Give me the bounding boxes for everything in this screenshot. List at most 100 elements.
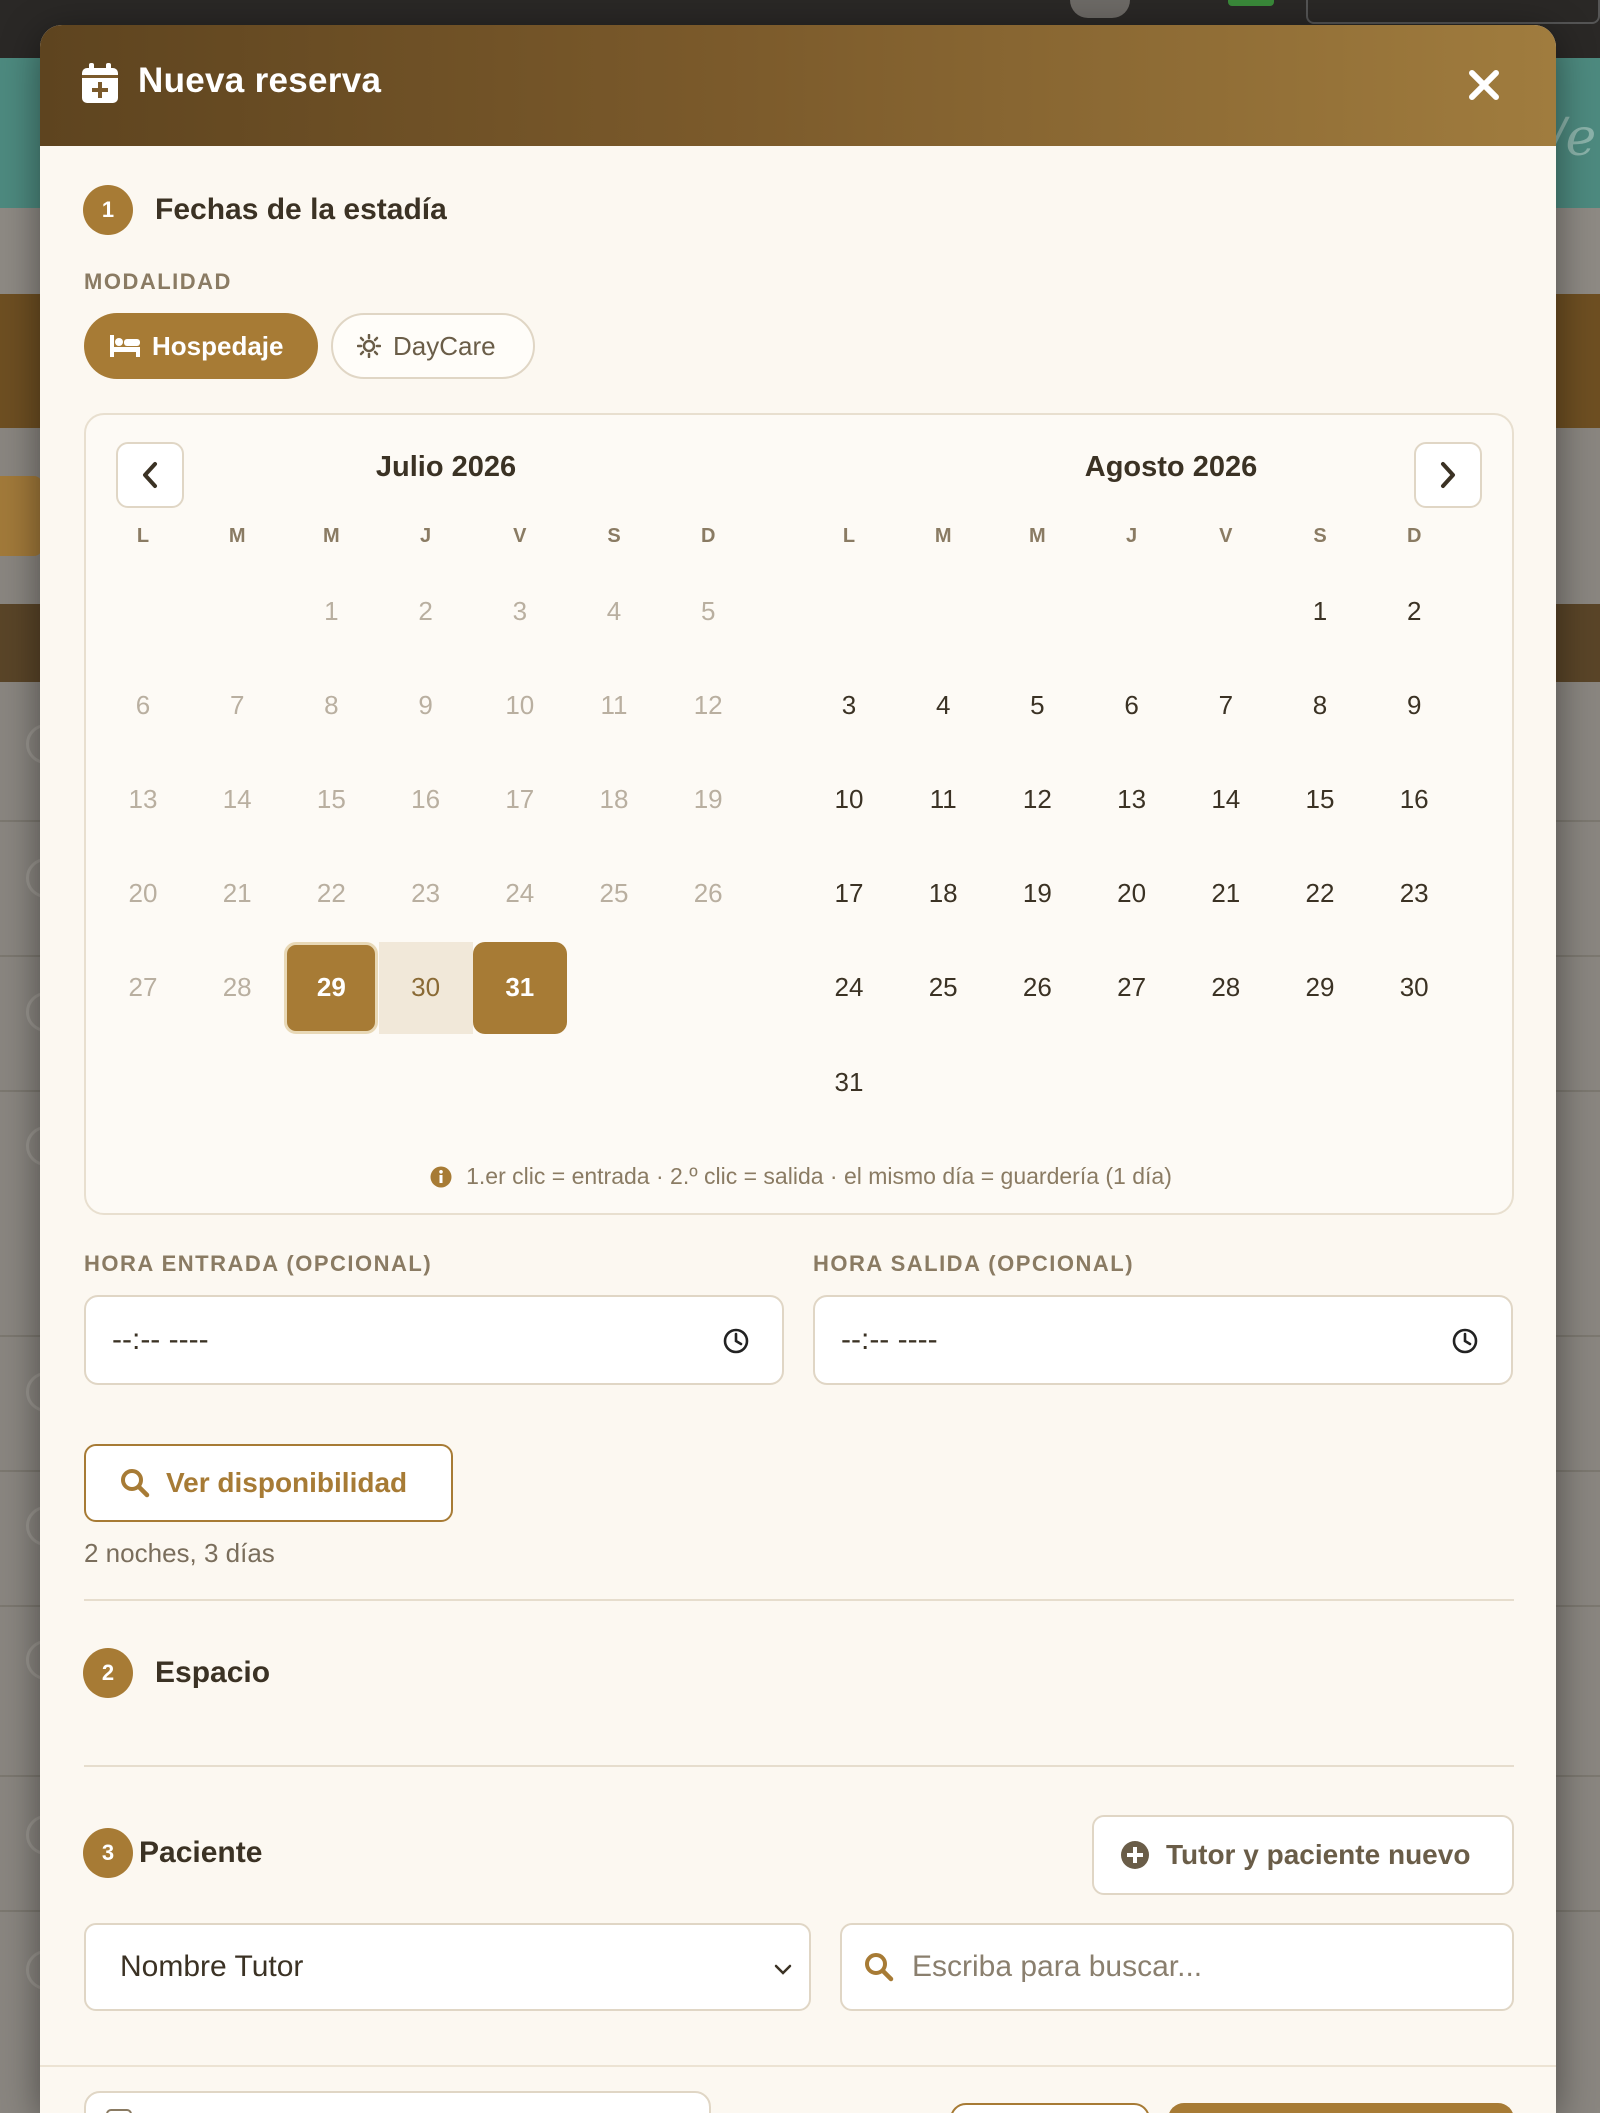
calendar-day[interactable]: 20	[1085, 848, 1179, 940]
step-number-1: 1	[83, 185, 133, 235]
month-title-july: Julio 2026	[375, 451, 517, 483]
sun-icon	[357, 334, 381, 358]
calendar-day[interactable]: 5	[990, 659, 1084, 751]
check-availability-button[interactable]: Ver disponibilidad	[84, 1444, 453, 1522]
background-avatar	[1070, 0, 1130, 18]
search-icon	[865, 1953, 894, 1982]
prev-month-button[interactable]	[116, 442, 184, 508]
calendar-day[interactable]: 25	[896, 942, 990, 1034]
calendar-day[interactable]: 18	[896, 848, 990, 940]
weekday-header: J	[1126, 525, 1138, 547]
calendar-day[interactable]: 19	[990, 848, 1084, 940]
check-in-time-value: --:-- ----	[112, 1323, 209, 1356]
next-month-button[interactable]	[1414, 442, 1482, 508]
modality-hospedaje-button[interactable]: Hospedaje	[84, 313, 318, 379]
section-divider	[84, 1765, 1514, 1767]
close-icon[interactable]	[1464, 65, 1504, 105]
weekday-header: S	[1313, 525, 1327, 547]
step-title-dates: Fechas de la estadía	[155, 193, 447, 226]
chevron-down-icon	[774, 1964, 792, 1975]
calendar-day: 2	[418, 595, 433, 626]
calendar-day[interactable]: 15	[1273, 753, 1367, 845]
calendar-day[interactable]: 26	[990, 942, 1084, 1034]
calendar-day[interactable]: 11	[896, 753, 990, 845]
modality-daycare-label: DayCare	[393, 330, 496, 361]
calendar-day: 21	[222, 878, 252, 909]
section-divider	[84, 1599, 1514, 1601]
check-availability-label: Ver disponibilidad	[166, 1467, 408, 1498]
check-in-time-label: HORA ENTRADA (OPCIONAL)	[84, 1251, 433, 1276]
calendar-day[interactable]: 4	[896, 659, 990, 751]
weekday-header: M	[1029, 525, 1046, 547]
footer-primary-button[interactable]	[1168, 2103, 1514, 2113]
calendar-day[interactable]: 8	[1273, 659, 1367, 751]
calendar-day[interactable]: 3	[802, 659, 896, 751]
calendar-day[interactable]: 7	[1179, 659, 1273, 751]
calendar-day: 13	[128, 783, 158, 814]
calendar-day[interactable]: 28	[1179, 942, 1273, 1034]
step-number-2: 2	[83, 1648, 133, 1698]
calendar-day[interactable]: 1	[1273, 565, 1367, 657]
modality-hospedaje-label: Hospedaje	[152, 330, 284, 361]
new-tutor-patient-button[interactable]: Tutor y paciente nuevo	[1092, 1815, 1514, 1895]
calendar-day: 27	[128, 972, 158, 1003]
calendar-day[interactable]: 2	[1367, 565, 1461, 657]
step-number-3: 3	[83, 1828, 133, 1878]
calendar-day[interactable]: 23	[1367, 848, 1461, 940]
calendar-day: 14	[222, 783, 252, 814]
calendar-day[interactable]: 13	[1085, 753, 1179, 845]
calendar-day[interactable]: 14	[1179, 753, 1273, 845]
calendar-day[interactable]: 17	[802, 848, 896, 940]
modality-label: MODALIDAD	[84, 269, 232, 294]
calendar-day[interactable]: 9	[1367, 659, 1461, 751]
chevron-left-icon	[143, 462, 157, 488]
calendar-day: 12	[693, 689, 723, 720]
patient-search-input[interactable]: Escriba para buscar...	[840, 1923, 1514, 2011]
calendar-day[interactable]: 30	[378, 941, 473, 1034]
calendar-day[interactable]: 31	[802, 1036, 896, 1128]
search-field-select[interactable]: Nombre Tutor	[84, 1923, 811, 2011]
weekday-header: J	[420, 525, 432, 547]
modality-daycare-button[interactable]: DayCare	[331, 313, 535, 379]
new-tutor-patient-label: Tutor y paciente nuevo	[1166, 1839, 1471, 1870]
calendar-day[interactable]: 31	[472, 941, 567, 1034]
calendar-day[interactable]: 22	[1273, 848, 1367, 940]
check-out-time-input[interactable]: --:-- ----	[813, 1295, 1513, 1385]
clock-icon[interactable]	[1451, 1327, 1479, 1355]
calendar-day[interactable]: 16	[1367, 753, 1461, 845]
calendar-day: 1	[324, 595, 339, 626]
footer-option-field[interactable]	[84, 2091, 711, 2113]
clock-icon[interactable]	[722, 1327, 750, 1355]
weekday-header: V	[513, 525, 527, 547]
calendar-day[interactable]: 30	[1367, 942, 1461, 1034]
calendar-day[interactable]: 29	[284, 941, 379, 1034]
patient-search-placeholder: Escriba para buscar...	[912, 1950, 1203, 1983]
background-status-indicator	[1228, 0, 1274, 6]
calendar-day[interactable]: 29	[1273, 942, 1367, 1034]
calendar-day: 9	[418, 689, 433, 720]
calendar-hint-text: 1.er clic = entrada · 2.º clic = salida …	[466, 1163, 1172, 1189]
calendar-day[interactable]: 6	[1085, 659, 1179, 751]
calendar-plus-icon	[82, 63, 118, 103]
calendar-day[interactable]: 27	[1085, 942, 1179, 1034]
calendar-day: 16	[411, 783, 441, 814]
weekday-header: S	[607, 525, 621, 547]
info-icon	[430, 1166, 452, 1187]
calendar-day: 20	[128, 878, 158, 909]
check-in-time-input[interactable]: --:-- ----	[84, 1295, 784, 1385]
background-side-tab	[0, 476, 42, 556]
check-out-time-label: HORA SALIDA (OPCIONAL)	[813, 1251, 1135, 1276]
weekday-header: D	[1406, 525, 1422, 547]
footer-secondary-button[interactable]	[950, 2103, 1150, 2113]
calendar-day: 4	[606, 595, 622, 626]
calendar-day[interactable]: 10	[802, 753, 896, 845]
month-title-august: Agosto 2026	[1084, 451, 1258, 483]
footer-checkbox[interactable]	[106, 2109, 132, 2113]
calendar-day[interactable]: 12	[990, 753, 1084, 845]
calendar-day: 5	[700, 595, 716, 626]
calendar-day: 7	[229, 689, 245, 720]
calendar-day[interactable]: 24	[802, 942, 896, 1034]
calendar-day: 17	[505, 783, 535, 814]
calendar-day: 15	[316, 783, 346, 814]
calendar-day[interactable]: 21	[1179, 848, 1273, 940]
